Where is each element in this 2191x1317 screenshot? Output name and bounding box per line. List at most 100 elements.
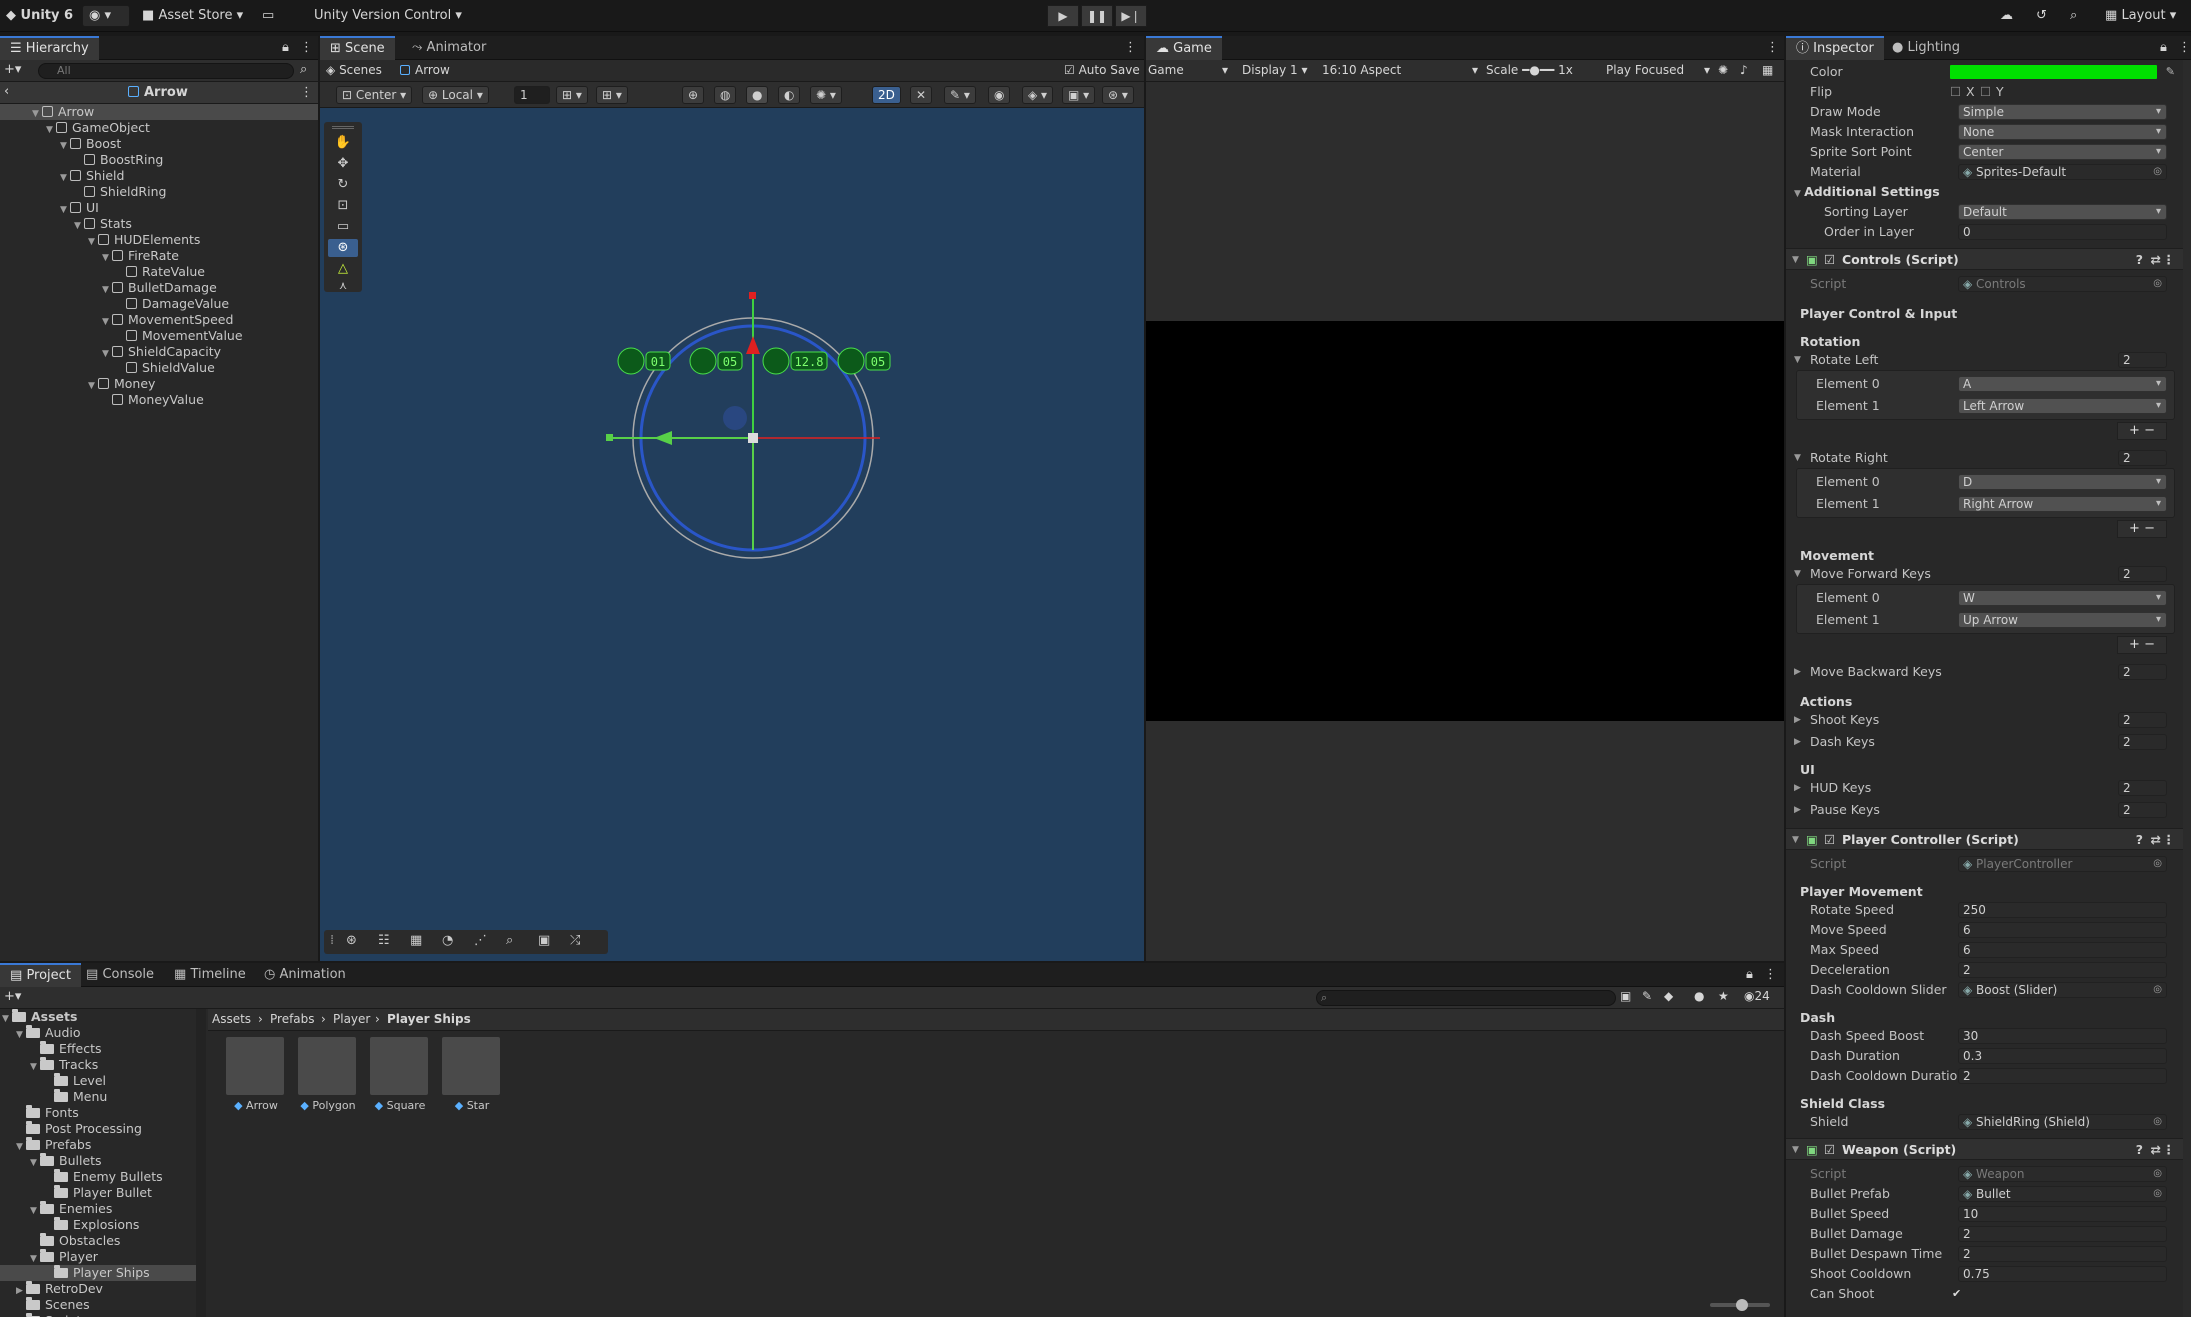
scale-slider[interactable]: Scale ━●━━ 1x bbox=[1486, 63, 1573, 77]
dropdown[interactable]: Left Arrow bbox=[1958, 398, 2167, 414]
game-render-area[interactable] bbox=[1146, 321, 1784, 721]
gizmos-dropdown[interactable]: ⊛ ▾ bbox=[1102, 86, 1134, 104]
folder-item[interactable]: ▶ RetroDev bbox=[0, 1281, 196, 1297]
grid-snap-dropdown[interactable]: ⊞ ▾ bbox=[556, 86, 588, 104]
folder-item[interactable]: ▼ Player bbox=[0, 1249, 196, 1265]
folder-item[interactable]: Fonts bbox=[0, 1105, 196, 1121]
value-field[interactable]: 2 bbox=[2118, 352, 2167, 368]
hierarchy-item[interactable]: ▼ Stats bbox=[0, 216, 318, 232]
value-field[interactable]: 2 bbox=[1958, 1068, 2167, 1084]
history-icon[interactable]: ↺ bbox=[2036, 8, 2047, 23]
preset-icon[interactable]: ⇄ bbox=[2151, 249, 2161, 271]
create-icon[interactable]: +▾ bbox=[4, 989, 21, 1004]
folder-item[interactable]: Menu bbox=[0, 1089, 196, 1105]
dropdown[interactable]: W bbox=[1958, 590, 2167, 606]
hierarchy-item[interactable]: MoneyValue bbox=[0, 392, 318, 408]
mode-2d-toggle[interactable]: 2D bbox=[872, 86, 901, 104]
more-icon[interactable]: ⋮ bbox=[300, 40, 313, 55]
preset-icon[interactable]: ⇄ bbox=[2151, 1139, 2161, 1161]
hierarchy-item[interactable]: MovementValue bbox=[0, 328, 318, 344]
remove-icon[interactable]: − bbox=[2144, 637, 2155, 652]
value-field[interactable]: 6 bbox=[1958, 922, 2167, 938]
value-field[interactable]: 2 bbox=[2118, 780, 2167, 796]
dropdown[interactable]: D bbox=[1958, 474, 2167, 490]
remove-icon[interactable]: − bbox=[2144, 423, 2155, 438]
flip-y-checkbox[interactable]: ☐ bbox=[1980, 82, 1991, 102]
search-icon[interactable]: ⌕ bbox=[2070, 8, 2077, 23]
hierarchy-item[interactable]: ▼ Shield bbox=[0, 168, 318, 184]
object-field[interactable]: ◈ ShieldRing (Shield) bbox=[1958, 1114, 2167, 1130]
asset-store-button[interactable]: ■ Asset Store ▾ bbox=[142, 8, 243, 23]
prefab-more-icon[interactable]: ⋮ bbox=[300, 85, 313, 100]
project-search-input[interactable]: ⌕ bbox=[1316, 990, 1616, 1006]
object-field[interactable]: ◈ Weapon bbox=[1958, 1166, 2167, 1182]
hierarchy-item[interactable]: ShieldRing bbox=[0, 184, 318, 200]
audio-icon[interactable]: ♪ bbox=[1740, 63, 1748, 77]
game-more-icon[interactable]: ⋮ bbox=[1766, 40, 1779, 55]
additional-settings-foldout[interactable]: ▼ Additional Settings bbox=[1786, 182, 2183, 202]
shaded-button[interactable]: ● bbox=[746, 86, 769, 104]
foldout-arrow-icon[interactable]: ▶ bbox=[1794, 662, 1801, 682]
enabled-checkbox[interactable]: ☑ bbox=[1824, 249, 1835, 271]
folder-item[interactable]: Post Processing bbox=[0, 1121, 196, 1137]
checkbox[interactable]: ✔ bbox=[1952, 1284, 1961, 1304]
breadcrumb-prefab[interactable]: Arrow bbox=[400, 63, 450, 77]
value-field[interactable]: 2 bbox=[2118, 450, 2167, 466]
pivot-dropdown[interactable]: ⊡ Center ▾ bbox=[336, 86, 413, 104]
value-field[interactable]: 30 bbox=[1958, 1028, 2167, 1044]
game-mode-dropdown[interactable]: Game ▾ bbox=[1148, 63, 1228, 77]
hierarchy-item[interactable]: RateValue bbox=[0, 264, 318, 280]
add-icon[interactable]: +▾ bbox=[4, 62, 21, 77]
scene-more-icon[interactable]: ⋮ bbox=[1124, 40, 1137, 55]
object-field[interactable]: ◈ PlayerController bbox=[1958, 856, 2167, 872]
tab-hierarchy[interactable]: ☰ Hierarchy bbox=[0, 36, 99, 60]
visibility-toggle[interactable]: ◉ bbox=[988, 86, 1011, 104]
play-focus-dropdown[interactable]: Play Focused ▾ bbox=[1606, 63, 1710, 77]
sprite-editor-icon[interactable]: ☷ bbox=[378, 933, 390, 948]
crumb-player-ships[interactable]: Player Ships bbox=[387, 1012, 471, 1026]
value-field[interactable]: 2 bbox=[1958, 1246, 2167, 1262]
tab-project[interactable]: ▤ Project bbox=[0, 963, 81, 987]
list-add-remove[interactable]: + − bbox=[2117, 636, 2167, 654]
tab-animation[interactable]: ◷ Animation bbox=[254, 963, 356, 987]
value-field[interactable]: 2 bbox=[1958, 1226, 2167, 1242]
help-icon[interactable]: ? bbox=[2136, 1139, 2143, 1161]
zoom-icon[interactable]: ⌕ bbox=[506, 933, 513, 948]
crumb-player[interactable]: Player bbox=[333, 1012, 370, 1026]
object-field[interactable]: ◈ Boost (Slider) bbox=[1958, 982, 2167, 998]
hidden-count[interactable]: ◉24 bbox=[1744, 989, 1770, 1003]
warning-icon[interactable]: ● bbox=[1694, 989, 1704, 1003]
component-header[interactable]: ▼ ▣ ☑ Weapon (Script)? ⇄ ⋮ bbox=[1786, 1138, 2183, 1160]
zoom-slider[interactable] bbox=[1710, 1299, 1770, 1311]
wireframe-button[interactable]: ◍ bbox=[714, 86, 737, 104]
brush-icon[interactable]: ▦ bbox=[410, 933, 422, 948]
hierarchy-search-input[interactable]: All bbox=[38, 63, 294, 79]
object-field[interactable]: ◈ Sprites-Default bbox=[1958, 164, 2167, 180]
folder-item[interactable]: Effects bbox=[0, 1041, 196, 1057]
tag-icon[interactable]: ◆ bbox=[1664, 989, 1673, 1003]
asset-tile[interactable]: ◆ Square bbox=[366, 1037, 434, 1123]
star-icon[interactable]: ★ bbox=[1718, 989, 1729, 1003]
scene-canvas[interactable]: 01 05 12.8 05 bbox=[320, 108, 1144, 958]
hierarchy-item[interactable]: BoostRing bbox=[0, 152, 318, 168]
value-field[interactable]: 0 bbox=[1958, 224, 2167, 240]
folder-item[interactable]: Level bbox=[0, 1073, 196, 1089]
hierarchy-item[interactable]: ShieldValue bbox=[0, 360, 318, 376]
hierarchy-item[interactable]: ▼ UI bbox=[0, 200, 318, 216]
value-field[interactable]: 2 bbox=[2118, 802, 2167, 818]
enabled-checkbox[interactable]: ☑ bbox=[1824, 829, 1835, 851]
help-icon[interactable]: ? bbox=[2136, 829, 2143, 851]
lock-icon[interactable]: 🔒︎ bbox=[2160, 40, 2167, 55]
asset-tile[interactable]: ◆ Star bbox=[438, 1037, 506, 1123]
more-icon[interactable]: ⋮ bbox=[2163, 249, 2176, 271]
version-control-button[interactable]: Unity Version Control ▾ bbox=[314, 8, 462, 23]
dropdown[interactable]: Center bbox=[1958, 144, 2167, 160]
hierarchy-item[interactable]: DamageValue bbox=[0, 296, 318, 312]
tab-console[interactable]: ▤ Console bbox=[76, 963, 164, 987]
value-field[interactable]: 2 bbox=[2118, 712, 2167, 728]
foldout-arrow-icon[interactable]: ▶ bbox=[1794, 778, 1801, 798]
folder-item[interactable]: ▼ Audio bbox=[0, 1025, 196, 1041]
asset-tile[interactable]: ◆ Arrow bbox=[222, 1037, 290, 1123]
cloud-icon[interactable]: ☁ bbox=[2000, 8, 2013, 23]
crumb-assets[interactable]: Assets bbox=[212, 1012, 251, 1026]
